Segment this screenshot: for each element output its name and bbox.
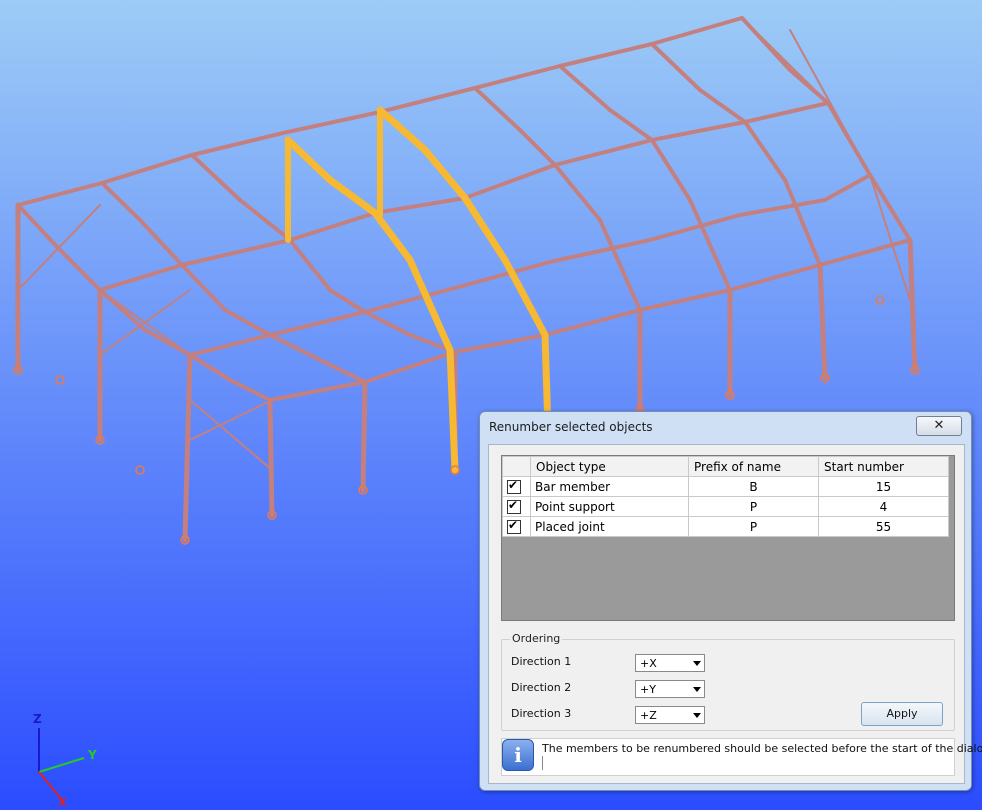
close-button[interactable]: ✕ <box>916 416 962 436</box>
object-grid-panel[interactable]: Object type Prefix of name Start number … <box>501 455 955 621</box>
cell-start-number[interactable]: 4 <box>818 496 949 517</box>
cell-prefix[interactable]: B <box>688 476 819 497</box>
header-check <box>502 456 531 477</box>
apply-button[interactable]: Apply <box>861 702 943 726</box>
chevron-down-icon <box>693 713 701 718</box>
checkbox-checked[interactable] <box>507 518 521 534</box>
direction-2-select[interactable]: +Y <box>635 680 705 698</box>
dialog-client-area: Object type Prefix of name Start number … <box>488 444 982 784</box>
table-row[interactable]: Bar member B 15 <box>502 476 949 497</box>
grid-header-row: Object type Prefix of name Start number <box>502 456 949 477</box>
row-checkbox[interactable] <box>502 516 531 537</box>
header-prefix[interactable]: Prefix of name <box>688 456 819 477</box>
info-divider <box>542 756 543 770</box>
dialog-title: Renumber selected objects <box>489 420 653 434</box>
row-checkbox[interactable] <box>502 496 531 517</box>
chevron-down-icon <box>693 661 701 666</box>
x-axis-label: X <box>58 796 67 809</box>
direction-3-select[interactable]: +Z <box>635 706 705 724</box>
ordering-group: Ordering Direction 1 +X Direction 2 +Y D… <box>501 632 955 731</box>
ordering-legend: Ordering <box>510 632 563 645</box>
column-member[interactable] <box>267 397 275 518</box>
cell-object-type[interactable]: Bar member <box>530 476 689 497</box>
cell-object-type[interactable]: Point support <box>530 496 689 517</box>
info-message: The members to be renumbered should be s… <box>542 742 982 755</box>
close-icon: ✕ <box>933 418 945 433</box>
cell-prefix[interactable]: P <box>688 516 819 537</box>
direction-3-label: Direction 3 <box>511 707 572 720</box>
cell-start-number[interactable]: 55 <box>818 516 949 537</box>
info-icon: i <box>502 739 534 771</box>
z-axis-label: Z <box>33 712 42 726</box>
row-checkbox[interactable] <box>502 476 531 497</box>
table-row[interactable]: Point support P 4 <box>502 496 949 517</box>
header-object-type[interactable]: Object type <box>530 456 689 477</box>
cell-object-type[interactable]: Placed joint <box>530 516 689 537</box>
renumber-dialog[interactable]: Renumber selected objects ✕ Object type … <box>479 411 982 791</box>
column-member[interactable] <box>360 379 368 493</box>
direction-1-select[interactable]: +X <box>635 654 705 672</box>
direction-2-label: Direction 2 <box>511 681 572 694</box>
info-panel: i The members to be renumbered should be… <box>501 738 982 776</box>
direction-2-value: +Y <box>640 683 656 696</box>
checkbox-checked[interactable] <box>507 498 521 514</box>
direction-1-value: +X <box>640 657 657 670</box>
table-row[interactable]: Placed joint P 55 <box>502 516 949 537</box>
y-axis-label: Y <box>87 748 97 762</box>
cell-start-number[interactable]: 15 <box>818 476 949 497</box>
object-grid[interactable]: Object type Prefix of name Start number … <box>502 456 949 537</box>
direction-3-value: +Z <box>640 709 657 722</box>
checkbox-checked[interactable] <box>507 478 521 494</box>
header-start-number[interactable]: Start number <box>818 456 949 477</box>
chevron-down-icon <box>693 687 701 692</box>
selected-bar-member[interactable] <box>446 346 459 474</box>
cell-prefix[interactable]: P <box>688 496 819 517</box>
direction-1-label: Direction 1 <box>511 655 572 668</box>
